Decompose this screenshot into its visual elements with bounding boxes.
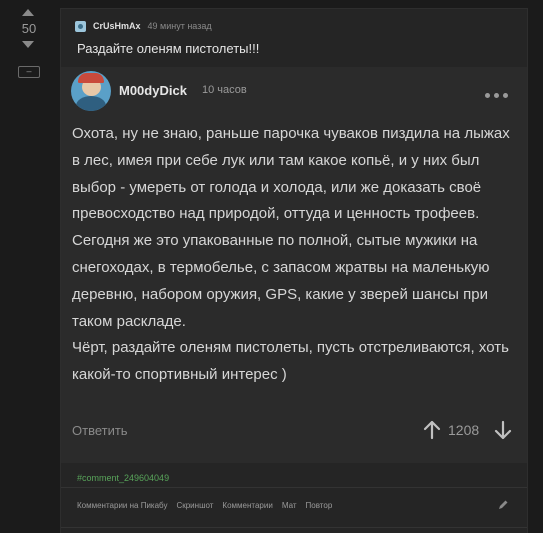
parent-comment-header: CrUsHmAx 49 минут назад	[75, 19, 212, 33]
arrow-up-icon[interactable]	[423, 420, 441, 440]
divider	[61, 487, 527, 488]
comment-body: Охота, ну не знаю, раньше парочка чувако…	[72, 121, 520, 389]
parent-time: 49 минут назад	[147, 21, 212, 31]
comment-hash-link[interactable]: #comment_249604049	[77, 473, 169, 483]
footer-link[interactable]: Комментарии на Пикабу	[77, 501, 167, 510]
vote-score: 50	[21, 21, 37, 36]
comment-author[interactable]: M00dyDick	[119, 83, 187, 98]
footer-link[interactable]: Повтор	[306, 501, 333, 510]
comment-rating: 1208	[448, 422, 480, 438]
vote-up-icon[interactable]	[22, 9, 34, 16]
more-dots-icon[interactable]	[485, 93, 508, 98]
footer-link[interactable]: Комментарии	[222, 501, 272, 510]
vote-down-icon[interactable]	[22, 41, 34, 48]
comment-time: 10 часов	[202, 84, 247, 96]
comment-paragraph: Сегодня же это упакованные по полной, сы…	[72, 232, 490, 330]
avatar[interactable]	[71, 71, 111, 111]
comment-paragraph: Чёрт, раздайте оленям пистолеты, пусть о…	[72, 339, 509, 384]
footer-links: Комментарии на Пикабу Скриншот Комментар…	[77, 501, 332, 510]
collapse-button[interactable]: –	[18, 66, 40, 78]
pencil-icon[interactable]	[497, 499, 509, 511]
comment-paragraph: Охота, ну не знаю, раньше парочка чувако…	[72, 125, 510, 223]
footer-link[interactable]: Мат	[282, 501, 297, 510]
parent-author[interactable]: CrUsHmAx	[93, 21, 141, 31]
footer-link[interactable]: Скриншот	[176, 501, 213, 510]
parent-comment-text: Раздайте оленям пистолеты!!!	[77, 41, 260, 56]
reply-button[interactable]: Ответить	[72, 423, 128, 438]
parent-avatar[interactable]	[75, 20, 86, 32]
vote-rail: 50 –	[0, 0, 60, 532]
arrow-down-icon[interactable]	[494, 420, 512, 440]
parent-comment: CrUsHmAx 49 минут назад Раздайте оленям …	[60, 8, 528, 533]
comment: M00dyDick 10 часов Охота, ну не знаю, ра…	[61, 67, 527, 463]
divider	[61, 527, 527, 528]
